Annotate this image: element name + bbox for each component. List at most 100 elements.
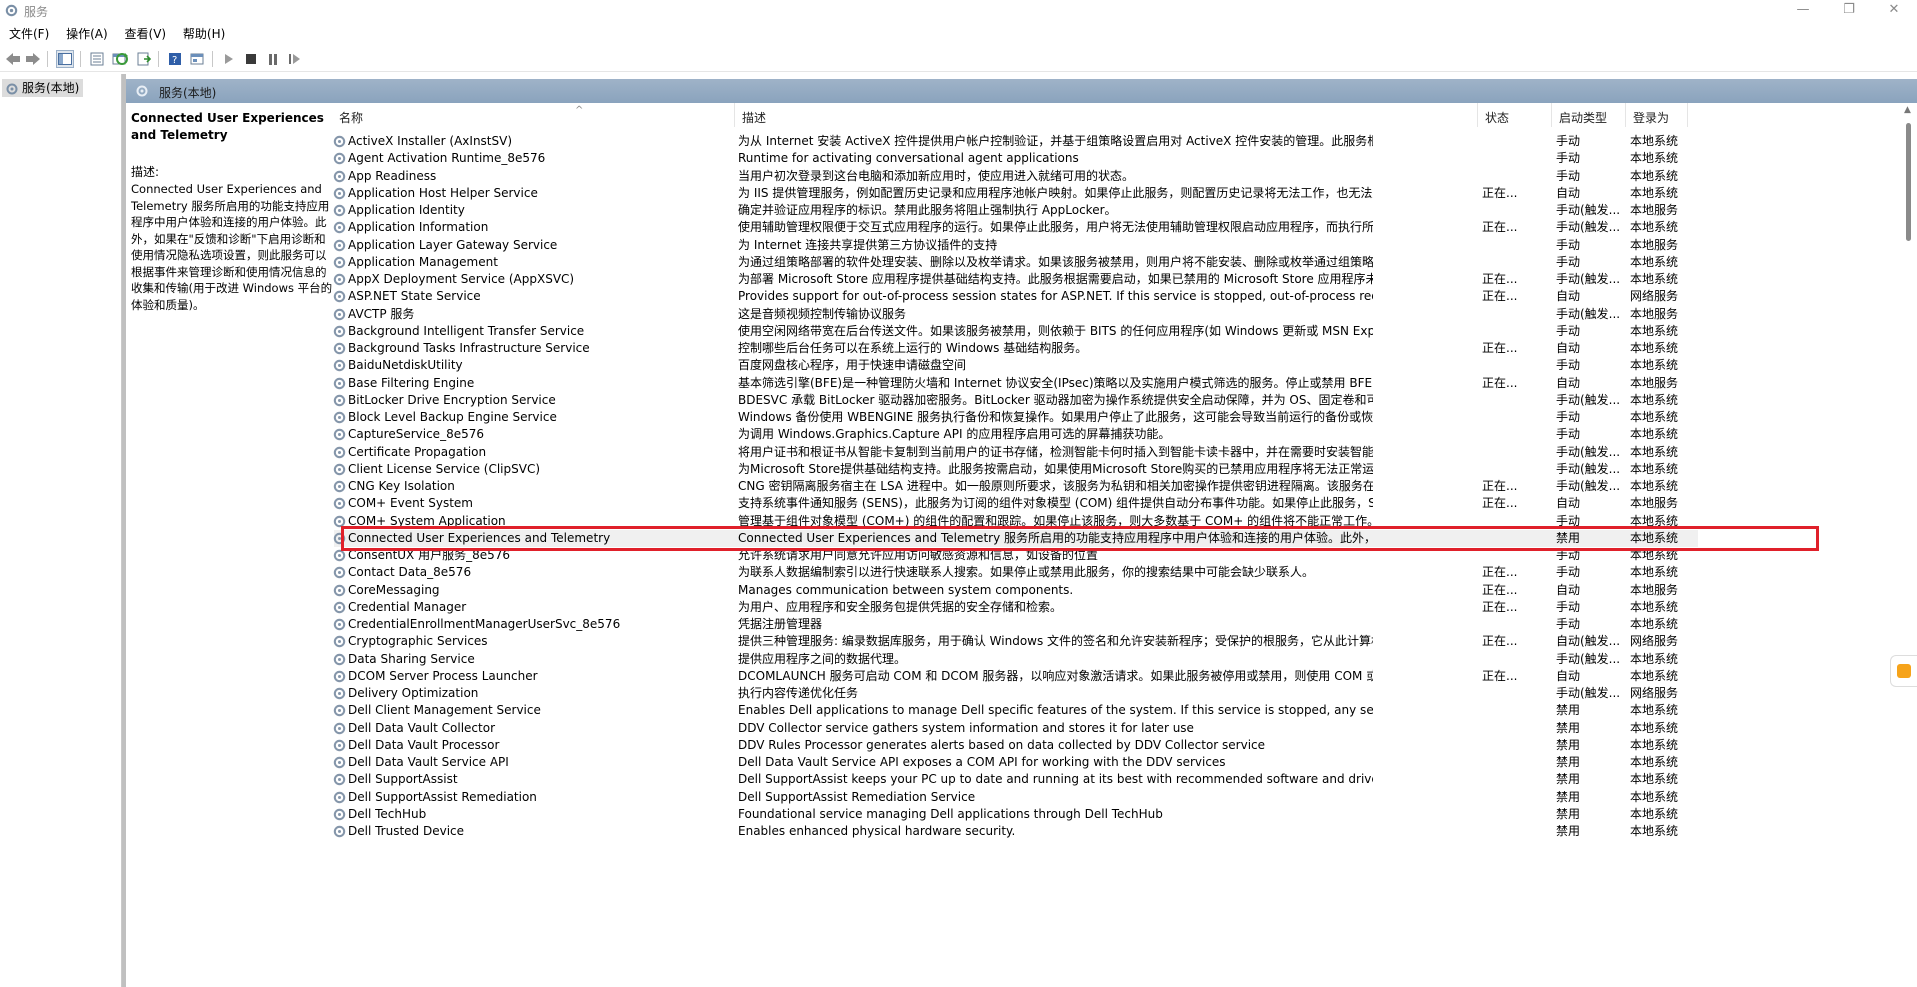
service-row[interactable]: BitLocker Drive Encryption Service BDESVC…	[333, 392, 1698, 409]
service-row[interactable]: Certificate Propagation 将用户证书和根证书从智能卡复制到当…	[333, 444, 1698, 461]
service-description: 将用户证书和根证书从智能卡复制到当前用户的证书存储，检测智能卡何时插入到智能卡读…	[738, 444, 1373, 459]
service-row[interactable]: CoreMessaging Manages communication betwe…	[333, 582, 1698, 599]
console-icon[interactable]	[188, 50, 206, 68]
service-row[interactable]: AppX Deployment Service (AppXSVC) 为部署 Mic…	[333, 271, 1698, 288]
service-logon-as: 本地系统	[1630, 668, 1679, 683]
service-row[interactable]: CNG Key Isolation CNG 密钥隔离服务宿主在 LSA 进程中。如…	[333, 478, 1698, 495]
service-row[interactable]: Block Level Backup Engine Service Windows…	[333, 409, 1698, 426]
service-gear-icon	[333, 308, 346, 320]
floating-side-widget[interactable]	[1890, 655, 1917, 687]
column-header-startup-type[interactable]: 启动类型	[1552, 103, 1626, 127]
service-startup-type: 自动	[1556, 341, 1581, 355]
stop-service-icon[interactable]	[242, 50, 260, 68]
service-gear-icon	[333, 446, 346, 458]
service-row[interactable]: ActiveX Installer (AxInstSV) 为从 Internet …	[333, 133, 1698, 150]
service-row[interactable]: Application Information 使用辅助管理权限便于交互式应用程序…	[333, 219, 1698, 236]
back-icon[interactable]	[4, 50, 22, 68]
service-logon-as: 本地系统	[1630, 548, 1679, 562]
service-row[interactable]: AVCTP 服务 这是音频视频控制传输协议服务 手动(触发... 本地服务	[333, 306, 1698, 323]
minimize-button[interactable]: —	[1780, 0, 1826, 22]
service-row[interactable]: ConsentUX 用户服务_8e576 允许系统请求用户同意允许应用访问敏感资源…	[333, 547, 1698, 564]
service-row[interactable]: Dell Trusted Device Enables enhanced phys…	[333, 823, 1698, 840]
service-logon-as: 本地系统	[1630, 789, 1679, 804]
service-status: 正在...	[1482, 599, 1518, 614]
start-service-icon[interactable]	[220, 50, 238, 68]
properties-icon[interactable]	[88, 50, 106, 68]
restart-service-icon[interactable]	[286, 50, 304, 68]
help-icon[interactable]: ?	[166, 50, 184, 68]
pause-service-icon[interactable]	[264, 50, 282, 68]
column-header-name[interactable]: 名称	[332, 103, 735, 127]
service-row[interactable]: CaptureService_8e576 为调用 Windows.Graphics…	[333, 426, 1698, 443]
service-row[interactable]: Credential Manager 为用户、应用程序和安全服务包提供凭据的安全存…	[333, 599, 1698, 616]
column-header-status[interactable]: 状态	[1478, 103, 1552, 127]
service-status	[1482, 823, 1522, 840]
column-header-logon-as[interactable]: 登录为	[1626, 103, 1688, 127]
service-row[interactable]: Background Intelligent Transfer Service 使…	[333, 323, 1698, 340]
service-row[interactable]: COM+ System Application 管理基于组件对象模型 (COM+)…	[333, 513, 1698, 530]
service-startup-type: 禁用	[1556, 530, 1581, 545]
service-row[interactable]: Background Tasks Infrastructure Service 控…	[333, 340, 1698, 357]
service-row[interactable]: COM+ Event System 支持系统事件通知服务 (SENS)，此服务为订…	[333, 495, 1698, 512]
maximize-button[interactable]: ❐	[1826, 0, 1872, 22]
service-row[interactable]: DCOM Server Process Launcher DCOMLAUNCH 服…	[333, 668, 1698, 685]
service-gear-icon	[333, 135, 346, 148]
column-header-description[interactable]: 描述	[735, 103, 1478, 127]
vertical-scrollbar[interactable]: ▲	[1902, 103, 1917, 987]
service-logon-as: 本地系统	[1630, 134, 1679, 148]
service-row[interactable]: BaiduNetdiskUtility 百度网盘核心程序，用于快速申请磁盘空间 手动…	[333, 357, 1698, 374]
refresh-icon[interactable]	[113, 50, 131, 68]
service-status: 正在...	[1482, 341, 1518, 355]
scroll-up-icon[interactable]: ▲	[1904, 105, 1911, 115]
service-row[interactable]: App Readiness 当用户初次登录到这台电脑和添加新应用时，使应用进入就绪…	[333, 168, 1698, 185]
service-row[interactable]: Agent Activation Runtime_8e576 Runtime fo…	[333, 150, 1698, 167]
forward-icon[interactable]	[24, 50, 42, 68]
service-gear-icon	[333, 653, 346, 665]
export-icon[interactable]	[135, 50, 153, 68]
service-row[interactable]: Dell Data Vault Service API Dell Data Vau…	[333, 754, 1698, 771]
service-row[interactable]: Dell SupportAssist Dell SupportAssist kee…	[333, 771, 1698, 788]
service-description: 为调用 Windows.Graphics.Capture API 的应用程序启用…	[738, 427, 1171, 442]
service-gear-icon	[333, 774, 346, 786]
show-tree-icon[interactable]	[56, 50, 74, 68]
service-row[interactable]: ASP.NET State Service Provides support fo…	[333, 288, 1698, 305]
service-logon-as: 本地系统	[1630, 323, 1679, 338]
service-row[interactable]: Base Filtering Engine 基本筛选引擎(BFE)是一种管理防火墙…	[333, 375, 1698, 392]
service-status	[1482, 306, 1522, 323]
description-label: 描述:	[131, 165, 160, 179]
service-row[interactable]: Application Host Helper Service 为 IIS 提供管…	[333, 185, 1698, 202]
service-row[interactable]: Application Layer Gateway Service 为 Inter…	[333, 237, 1698, 254]
service-row[interactable]: Data Sharing Service 提供应用程序之间的数据代理。 手动(触发.…	[333, 651, 1698, 668]
service-gear-icon	[333, 601, 346, 613]
service-row[interactable]: Delivery Optimization 执行内容传递优化任务 手动(触发... 网…	[333, 685, 1698, 702]
service-row[interactable]: Dell TechHub Foundational service managin…	[333, 806, 1698, 823]
service-row[interactable]: Connected User Experiences and Telemetry…	[333, 529, 1698, 547]
service-description: 为 IIS 提供管理服务，例如配置历史记录和应用程序池帐户映射。如果停止此服务，…	[738, 185, 1373, 200]
service-row[interactable]: Dell Client Management Service Enables De…	[333, 702, 1698, 719]
service-startup-type: 手动(触发...	[1556, 220, 1621, 235]
menu-file[interactable]: 文件(F)	[0, 24, 49, 44]
service-status	[1482, 754, 1522, 771]
service-row[interactable]: Application Identity 确定并验证应用程序的标识。禁用此服务将阻…	[333, 202, 1698, 219]
service-row[interactable]: CredentialEnrollmentManagerUserSvc_8e576…	[333, 616, 1698, 633]
menu-help[interactable]: 帮助(H)	[174, 24, 225, 44]
service-logon-as: 本地服务	[1630, 375, 1679, 390]
service-logon-as: 网络服务	[1630, 686, 1679, 700]
service-row[interactable]: Client License Service (ClipSVC) 为Microso…	[333, 461, 1698, 478]
service-row[interactable]: Dell SupportAssist Remediation Dell Suppo…	[333, 789, 1698, 806]
close-button[interactable]: ✕	[1871, 0, 1917, 22]
service-gear-icon	[333, 498, 346, 510]
service-logon-as: 本地系统	[1630, 254, 1679, 269]
menu-view[interactable]: 查看(V)	[116, 24, 167, 44]
service-logon-as: 本地系统	[1630, 772, 1679, 787]
service-row[interactable]: Cryptographic Services 提供三种管理服务: 编录数据库服务，…	[333, 633, 1698, 650]
service-row[interactable]: Dell Data Vault Collector DDV Collector s…	[333, 720, 1698, 737]
tree-item-services-local[interactable]: 服务(本地)	[2, 79, 84, 97]
scrollbar-thumb[interactable]	[1906, 123, 1911, 241]
service-row[interactable]: Contact Data_8e576 为联系人数据编制索引以进行快速联系人搜索。如…	[333, 564, 1698, 581]
menu-action[interactable]: 操作(A)	[57, 24, 108, 44]
service-row[interactable]: Dell Data Vault Processor DDV Rules Proce…	[333, 737, 1698, 754]
service-logon-as: 本地系统	[1630, 513, 1679, 528]
service-row[interactable]: Application Management 为通过组策略部署的软件处理安装、删除…	[333, 254, 1698, 271]
service-gear-icon	[333, 705, 346, 717]
